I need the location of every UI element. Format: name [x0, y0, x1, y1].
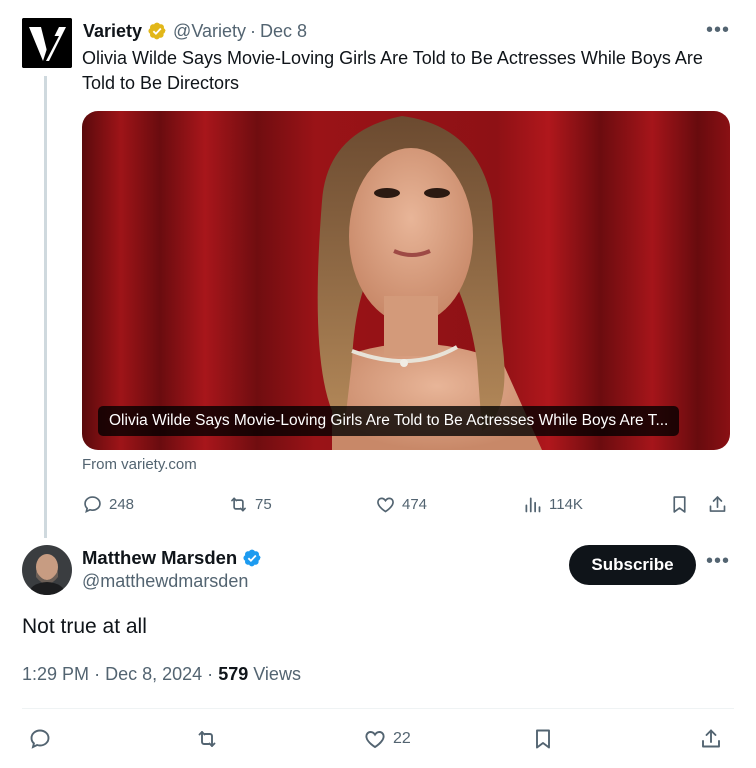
action-bar-divider — [22, 708, 734, 709]
quoted-tweet-date[interactable]: Dec 8 — [260, 21, 307, 42]
share-upload-icon — [709, 495, 726, 512]
reply-views-count: 579 — [218, 664, 249, 684]
thread-connector-line — [44, 76, 47, 538]
link-source[interactable]: From variety.com — [82, 456, 197, 473]
reply-tweet-text: Not true at all — [22, 615, 147, 638]
repost-button[interactable]: 75 — [228, 493, 272, 515]
reply-repost-button[interactable] — [195, 727, 219, 751]
views-count: 114K — [549, 495, 583, 513]
verified-blue-badge-icon — [242, 548, 262, 568]
share-upload-icon — [702, 729, 720, 748]
subscribe-button[interactable]: Subscribe — [569, 545, 696, 585]
views-button[interactable]: 114K — [522, 493, 583, 515]
reply-time[interactable]: 1:29 PM — [22, 664, 89, 684]
reply-author-handle[interactable]: @matthewdmarsden — [82, 571, 248, 592]
reply-share-button[interactable] — [699, 727, 723, 751]
reply-author-avatar[interactable] — [22, 545, 72, 595]
reply-count: 248 — [109, 495, 135, 513]
reply-date[interactable]: Dec 8, 2024 — [105, 664, 202, 684]
like-count: 474 — [402, 495, 428, 513]
reply-more-options-icon[interactable]: ••• — [706, 550, 730, 573]
repost-count: 75 — [255, 495, 272, 513]
like-button[interactable]: 474 — [375, 493, 427, 515]
link-card-image[interactable]: Olivia Wilde Says Movie-Loving Girls Are… — [82, 111, 730, 450]
bar-chart-icon — [525, 497, 541, 512]
repost-arrows-icon — [198, 731, 216, 747]
reply-reply-button[interactable] — [28, 727, 52, 751]
reply-author-name[interactable]: Matthew Marsden — [82, 547, 237, 569]
portrait-photo-image — [82, 111, 730, 450]
link-card-caption: Olivia Wilde Says Movie-Loving Girls Are… — [98, 406, 680, 436]
reply-like-button[interactable]: 22 — [363, 727, 411, 751]
quoted-tweet-header: Variety @Variety · Dec 8 — [83, 18, 307, 44]
reply-bookmark-button[interactable] — [531, 727, 555, 751]
quoted-author-handle[interactable]: @Variety — [173, 21, 246, 42]
share-button[interactable] — [707, 493, 734, 515]
reply-button[interactable]: 248 — [82, 493, 134, 515]
bookmark-icon — [536, 729, 550, 749]
reply-author-name-row: Matthew Marsden — [82, 545, 268, 571]
quoted-more-options-icon[interactable]: ••• — [706, 19, 730, 42]
quoted-tweet-text: Olivia Wilde Says Movie-Loving Girls Are… — [82, 48, 703, 93]
bookmark-button[interactable] — [669, 493, 696, 515]
variety-logo-avatar[interactable] — [22, 18, 72, 68]
meta-separator: · — [207, 664, 214, 684]
reply-like-count: 22 — [393, 730, 411, 747]
reply-meta: 1:29 PM · Dec 8, 2024 · 579 Views — [22, 664, 301, 685]
reply-views-label: Views — [253, 664, 301, 684]
verified-gold-badge-icon — [147, 21, 167, 41]
quoted-author-name[interactable]: Variety — [83, 21, 142, 42]
repost-arrows-icon — [231, 497, 246, 511]
bookmark-icon — [673, 495, 686, 513]
comment-bubble-icon — [84, 495, 101, 513]
meta-separator: · — [94, 664, 101, 684]
heart-icon — [377, 497, 394, 512]
heart-icon — [365, 731, 385, 749]
comment-bubble-icon — [30, 729, 50, 749]
header-separator: · — [250, 20, 257, 41]
